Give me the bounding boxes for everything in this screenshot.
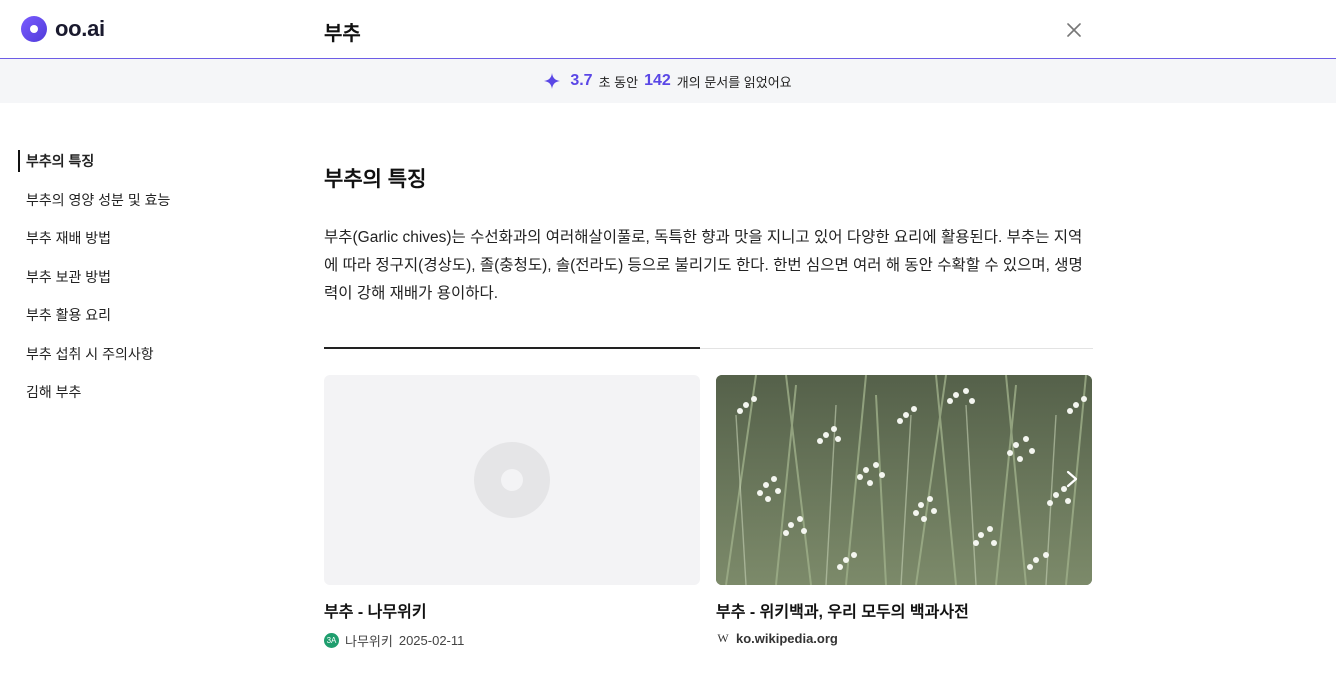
table-of-contents: 부추의 특징 부추의 영양 성분 및 효능 부추 재배 방법 부추 보관 방법 … bbox=[18, 150, 258, 420]
logo-mark-icon bbox=[21, 16, 47, 42]
namuwiki-favicon-icon: 3A bbox=[324, 633, 339, 648]
close-icon bbox=[1067, 23, 1081, 37]
source-title[interactable]: 부추 - 위키백과, 우리 모두의 백과사전 bbox=[716, 598, 1092, 622]
documents-count-suffix: 개의 문서를 읽었어요 bbox=[676, 74, 792, 90]
sparkle-icon bbox=[544, 73, 561, 89]
documents-count: 142 bbox=[644, 72, 671, 89]
app-logo[interactable]: oo.ai bbox=[21, 16, 105, 42]
reading-status-bar: 3.7 초 동안 142 개의 문서를 읽었어요 bbox=[0, 59, 1336, 103]
wikipedia-favicon-icon: W bbox=[717, 631, 729, 645]
garlic-chives-flowers-photo bbox=[716, 375, 1092, 585]
image-placeholder-icon bbox=[474, 442, 550, 518]
logo-text: oo.ai bbox=[55, 16, 105, 41]
chevron-right-icon bbox=[1066, 470, 1078, 488]
source-site: ko.wikipedia.org bbox=[736, 631, 838, 646]
toc-item-nutrition[interactable]: 부추의 영양 성분 및 효능 bbox=[18, 189, 258, 211]
toc-item-cultivation[interactable]: 부추 재배 방법 bbox=[18, 227, 258, 249]
source-card-namuwiki[interactable]: 부추 - 나무위키 3A 나무위키 2025-02-11 bbox=[324, 375, 700, 650]
source-title[interactable]: 부추 - 나무위키 bbox=[324, 598, 700, 622]
section-paragraph: 부추(Garlic chives)는 수선화과의 여러해살이풀로, 독특한 향과… bbox=[324, 229, 1083, 302]
source-meta: 3A 나무위키 2025-02-11 bbox=[324, 631, 700, 650]
top-header: oo.ai 부추 bbox=[0, 0, 1336, 59]
close-button[interactable] bbox=[1062, 18, 1086, 42]
section-title: 부추의 특징 bbox=[324, 168, 427, 191]
toc-item-gimhae[interactable]: 김해 부추 bbox=[18, 381, 258, 403]
toc-item-features[interactable]: 부추의 특징 bbox=[18, 150, 258, 172]
elapsed-seconds-suffix: 초 동안 bbox=[598, 74, 639, 90]
toc-item-storage[interactable]: 부추 보관 방법 bbox=[18, 266, 258, 288]
source-card-wikipedia[interactable]: 부추 - 위키백과, 우리 모두의 백과사전 W ko.wikipedia.or… bbox=[716, 375, 1092, 646]
source-thumbnail-placeholder[interactable] bbox=[324, 375, 700, 585]
source-date: 2025-02-11 bbox=[398, 633, 465, 648]
toc-item-recipes[interactable]: 부추 활용 요리 bbox=[18, 304, 258, 326]
source-site: 나무위키 bbox=[345, 634, 393, 649]
toc-item-cautions[interactable]: 부추 섭취 시 주의사항 bbox=[18, 343, 258, 365]
carousel-next-button[interactable] bbox=[1056, 463, 1088, 495]
source-thumbnail-photo[interactable] bbox=[716, 375, 1092, 585]
elapsed-seconds: 3.7 bbox=[570, 72, 593, 89]
search-query-title: 부추 bbox=[324, 23, 361, 45]
source-tab-active-indicator bbox=[324, 347, 700, 349]
source-meta: W ko.wikipedia.org bbox=[716, 631, 1092, 646]
